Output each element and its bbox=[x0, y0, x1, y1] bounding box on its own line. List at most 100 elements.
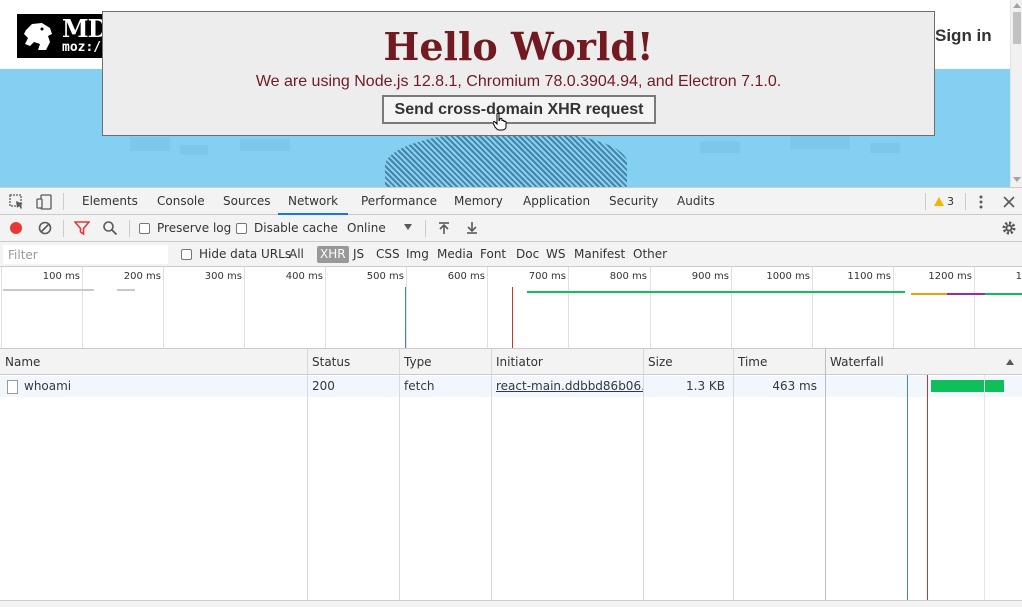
search-icon[interactable] bbox=[102, 220, 118, 236]
dinosaur-icon bbox=[24, 23, 52, 50]
mdn-logo[interactable]: MDN moz://a bbox=[17, 14, 105, 58]
devtools-panel: Elements Console Sources Network Perform… bbox=[0, 187, 1022, 607]
clear-icon[interactable] bbox=[37, 220, 53, 236]
request-time: 463 ms bbox=[772, 379, 817, 393]
xhr-request-button[interactable]: Send cross-domain XHR request bbox=[382, 95, 656, 124]
hide-data-urls-checkbox[interactable] bbox=[181, 249, 192, 260]
scroll-up-arrow-icon[interactable] bbox=[1013, 3, 1021, 8]
tab-elements[interactable]: Elements bbox=[80, 188, 140, 215]
filter-type-ws[interactable]: WS bbox=[543, 246, 568, 263]
tab-memory[interactable]: Memory bbox=[452, 188, 505, 215]
export-har-icon[interactable] bbox=[464, 220, 480, 236]
overview-tick: 700 ms bbox=[528, 271, 566, 282]
overview-tick: 200 ms bbox=[123, 271, 161, 282]
tab-sources[interactable]: Sources bbox=[221, 188, 272, 215]
tab-audits[interactable]: Audits bbox=[675, 188, 717, 215]
status-bar bbox=[0, 600, 1022, 607]
hero-illustration bbox=[385, 131, 627, 187]
warning-icon bbox=[934, 197, 944, 206]
chevron-down-icon[interactable] bbox=[402, 221, 414, 233]
filter-type-all[interactable]: All bbox=[286, 246, 307, 263]
column-header-size[interactable]: Size bbox=[643, 349, 673, 375]
versions-text: We are using Node.js 12.8.1, Chromium 78… bbox=[255, 73, 782, 90]
table-header: Name Status Type Initiator Size Time Wat… bbox=[0, 349, 1022, 375]
close-icon[interactable] bbox=[1001, 194, 1017, 210]
overview-tick: 400 ms bbox=[285, 271, 323, 282]
request-initiator-link[interactable]: react-main.ddbbd86b06… bbox=[491, 376, 643, 397]
devtools-tab-bar: Elements Console Sources Network Perform… bbox=[0, 188, 1022, 215]
tab-console[interactable]: Console bbox=[155, 188, 207, 215]
inspect-element-icon[interactable] bbox=[9, 194, 25, 210]
electron-popup: Hello World! We are using Node.js 12.8.1… bbox=[102, 11, 935, 136]
filter-type-doc[interactable]: Doc bbox=[513, 246, 542, 263]
filter-type-other[interactable]: Other bbox=[630, 246, 670, 263]
filter-type-font[interactable]: Font bbox=[477, 246, 509, 263]
import-har-icon[interactable] bbox=[436, 220, 452, 236]
load-event-line bbox=[927, 375, 928, 600]
logo-subtext: moz://a bbox=[62, 40, 105, 55]
column-header-status[interactable]: Status bbox=[307, 349, 350, 375]
filter-type-css[interactable]: CSS bbox=[373, 246, 403, 263]
overview-tick: 1 bbox=[1015, 271, 1022, 282]
request-name: whoami bbox=[24, 379, 72, 393]
warning-count: 3 bbox=[947, 195, 954, 208]
column-header-time[interactable]: Time bbox=[733, 349, 767, 375]
filter-bar: Hide data URLs All XHR JS CSS Img Media … bbox=[0, 242, 1022, 267]
logo-text: MDN bbox=[62, 14, 105, 43]
request-status: 200 bbox=[312, 379, 335, 393]
popup-title: Hello World! bbox=[383, 24, 654, 69]
sort-ascending-icon[interactable] bbox=[1005, 358, 1015, 366]
more-menu-icon[interactable] bbox=[973, 194, 989, 210]
filter-input[interactable] bbox=[3, 245, 168, 264]
requests-table: Name Status Type Initiator Size Time Wat… bbox=[0, 349, 1022, 600]
tab-security[interactable]: Security bbox=[607, 188, 660, 215]
throttling-select[interactable]: Online bbox=[347, 221, 386, 235]
overview-tick: 900 ms bbox=[691, 271, 729, 282]
dom-content-loaded-line bbox=[907, 375, 908, 600]
hand-cursor-icon bbox=[493, 113, 507, 131]
filter-type-media[interactable]: Media bbox=[434, 246, 476, 263]
scroll-thumb[interactable] bbox=[1013, 12, 1021, 44]
disable-cache-checkbox[interactable] bbox=[236, 223, 247, 234]
disable-cache-label: Disable cache bbox=[254, 221, 338, 235]
sign-in-link[interactable]: Sign in bbox=[935, 26, 992, 46]
settings-gear-icon[interactable] bbox=[1001, 220, 1017, 236]
hide-data-urls-label: Hide data URLs bbox=[199, 247, 292, 261]
network-toolbar: Preserve log Disable cache Online bbox=[0, 215, 1022, 242]
overview-tick: 300 ms bbox=[204, 271, 242, 282]
column-header-waterfall[interactable]: Waterfall bbox=[825, 349, 884, 375]
network-overview[interactable]: 100 ms 200 ms 300 ms 400 ms 500 ms 600 m… bbox=[0, 267, 1022, 349]
record-icon[interactable] bbox=[8, 220, 24, 236]
tab-network[interactable]: Network bbox=[278, 188, 348, 215]
file-icon bbox=[7, 380, 18, 394]
preserve-log-label: Preserve log bbox=[157, 221, 232, 235]
device-toolbar-icon[interactable] bbox=[36, 194, 52, 210]
waterfall-bar bbox=[931, 380, 1004, 392]
page-scrollbar[interactable] bbox=[1010, 0, 1022, 187]
tab-application[interactable]: Application bbox=[521, 188, 592, 215]
warnings-badge[interactable]: 3 bbox=[934, 195, 954, 208]
overview-tick: 600 ms bbox=[447, 271, 485, 282]
filter-type-xhr[interactable]: XHR bbox=[317, 246, 349, 263]
column-header-type[interactable]: Type bbox=[399, 349, 432, 375]
overview-tick: 500 ms bbox=[366, 271, 404, 282]
filter-type-js[interactable]: JS bbox=[350, 246, 367, 263]
table-row[interactable]: whoami 200 fetch react-main.ddbbd86b06… … bbox=[0, 376, 1022, 397]
preserve-log-checkbox[interactable] bbox=[139, 223, 150, 234]
column-header-initiator[interactable]: Initiator bbox=[491, 349, 543, 375]
filter-type-manifest[interactable]: Manifest bbox=[571, 246, 628, 263]
filter-icon[interactable] bbox=[74, 220, 90, 236]
dom-content-loaded-marker bbox=[405, 287, 406, 348]
overview-tick: 100 ms bbox=[42, 271, 80, 282]
tab-performance[interactable]: Performance bbox=[359, 188, 439, 215]
load-event-marker bbox=[512, 287, 513, 348]
request-size: 1.3 KB bbox=[686, 379, 725, 393]
overview-tick: 1000 ms bbox=[766, 271, 810, 282]
request-type: fetch bbox=[404, 379, 435, 393]
filter-type-img[interactable]: Img bbox=[403, 246, 432, 263]
overview-tick: 1100 ms bbox=[847, 271, 891, 282]
overview-tick: 800 ms bbox=[609, 271, 647, 282]
column-header-name[interactable]: Name bbox=[0, 349, 40, 375]
web-page: MDN moz://a Sign in Hello World! We are … bbox=[0, 0, 1022, 187]
scroll-down-arrow-icon[interactable] bbox=[1013, 177, 1021, 182]
